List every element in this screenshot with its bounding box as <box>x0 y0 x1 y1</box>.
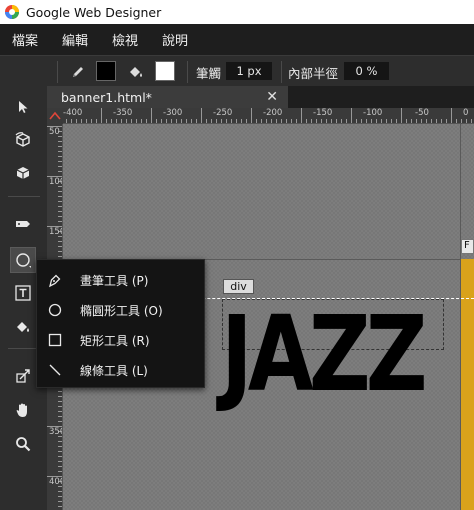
inner-radius-field[interactable]: 0 % <box>344 62 389 80</box>
ruler-label: -100 <box>363 108 383 118</box>
app-logo-icon <box>5 5 19 19</box>
line-icon <box>47 362 63 378</box>
stroke-pencil-icon <box>73 67 83 77</box>
horizontal-ruler: -400 -350 -300 -250 -200 -150 -100 -50 0 <box>47 108 474 124</box>
document-tab-label: banner1.html* <box>61 89 152 105</box>
menu-bar: 檔案 編輯 檢視 說明 <box>0 24 474 55</box>
jazz-headline[interactable]: JAZZ <box>221 302 428 406</box>
menu-help[interactable]: 說明 <box>150 30 200 49</box>
hand-tool[interactable] <box>10 397 36 423</box>
rectangle-icon <box>47 332 63 348</box>
stage-background[interactable] <box>461 259 474 510</box>
fill-tool[interactable] <box>10 314 36 340</box>
ruler-label: -250 <box>213 108 233 118</box>
tool-divider <box>8 196 40 197</box>
tag-tool[interactable] <box>10 211 36 237</box>
window-title: Google Web Designer <box>26 4 162 20</box>
flyout-item-label: 矩形工具 (R) <box>80 333 150 348</box>
3d-rotation-tool[interactable] <box>10 127 36 153</box>
menu-file[interactable]: 檔案 <box>0 30 50 49</box>
arrow-cursor-icon <box>19 101 28 113</box>
ruler-label: -300 <box>163 108 183 118</box>
ruler-label: 0 <box>463 108 469 118</box>
magnifier-icon <box>16 437 31 452</box>
3d-cube-icon <box>16 167 30 179</box>
ellipse-icon <box>47 302 63 318</box>
flyout-item-label: 橢圓形工具 (O) <box>80 303 163 318</box>
stroke-color-swatch[interactable] <box>96 61 116 81</box>
ruler-label: -50 <box>415 108 429 118</box>
document-tab[interactable]: banner1.html* ✕ <box>47 86 288 108</box>
ruler-corner <box>47 108 63 124</box>
ellipse-tool-option[interactable]: 橢圓形工具 (O) <box>37 295 206 325</box>
ruler-label: 400 <box>49 477 62 487</box>
ruler-label: 50 <box>49 127 60 137</box>
pen-tool-option[interactable]: 畫筆工具 (P) <box>37 265 206 295</box>
shape-tool[interactable] <box>10 247 36 273</box>
fill-color-swatch[interactable] <box>155 61 175 81</box>
menu-view[interactable]: 檢視 <box>100 30 150 49</box>
hand-icon <box>16 403 27 417</box>
ruler-label: -350 <box>113 108 133 118</box>
ruler-label: -150 <box>313 108 333 118</box>
toolbar-divider <box>187 61 188 83</box>
transform-icon <box>16 369 30 383</box>
ruler-label: 150 <box>49 227 62 237</box>
property-toolbar: 筆觸 1 px 內部半徑 0 % <box>0 55 474 86</box>
flyout-item-label: 畫筆工具 (P) <box>80 273 149 288</box>
rectangle-tool-option[interactable]: 矩形工具 (R) <box>37 325 206 355</box>
inner-radius-label: 內部半徑 <box>288 66 339 81</box>
text-tool[interactable] <box>10 280 36 306</box>
ellipse-icon <box>16 253 31 268</box>
paint-bucket-icon <box>130 67 142 77</box>
3d-rotate-icon <box>15 132 30 147</box>
text-box-icon <box>15 285 31 301</box>
flyout-item-label: 線條工具 (L) <box>80 363 148 378</box>
ruler-corner-icon <box>49 111 61 120</box>
ruler-label: -200 <box>263 108 283 118</box>
stroke-width-field[interactable]: 1 px <box>226 62 272 80</box>
3d-translation-tool[interactable] <box>10 160 36 186</box>
menu-edit[interactable]: 編輯 <box>50 30 100 49</box>
pen-icon <box>47 272 63 288</box>
ruler-label: 350 <box>49 427 62 437</box>
stroke-width-label: 筆觸 <box>196 66 222 81</box>
close-icon[interactable]: ✕ <box>266 89 278 105</box>
toolbar-divider <box>57 61 58 83</box>
paint-bucket-icon <box>17 322 29 332</box>
line-tool-option[interactable]: 線條工具 (L) <box>37 355 206 385</box>
ruler-ticks <box>51 108 472 123</box>
stage-label[interactable]: F <box>461 239 474 254</box>
selection-tool[interactable] <box>10 94 36 120</box>
tag-icon <box>16 221 30 227</box>
ruler-label: -400 <box>63 108 83 118</box>
shape-tool-flyout: 畫筆工具 (P) 橢圓形工具 (O) 矩形工具 (R) 線條工具 (L) <box>36 259 205 388</box>
toolbar-divider <box>281 61 282 83</box>
transform-tool[interactable] <box>10 363 36 389</box>
zoom-tool[interactable] <box>10 431 36 457</box>
element-tag-label[interactable]: div <box>223 279 254 294</box>
ruler-label: 100 <box>49 177 62 187</box>
document-tab-bar: banner1.html* ✕ <box>47 86 474 108</box>
title-bar: Google Web Designer <box>0 0 474 24</box>
